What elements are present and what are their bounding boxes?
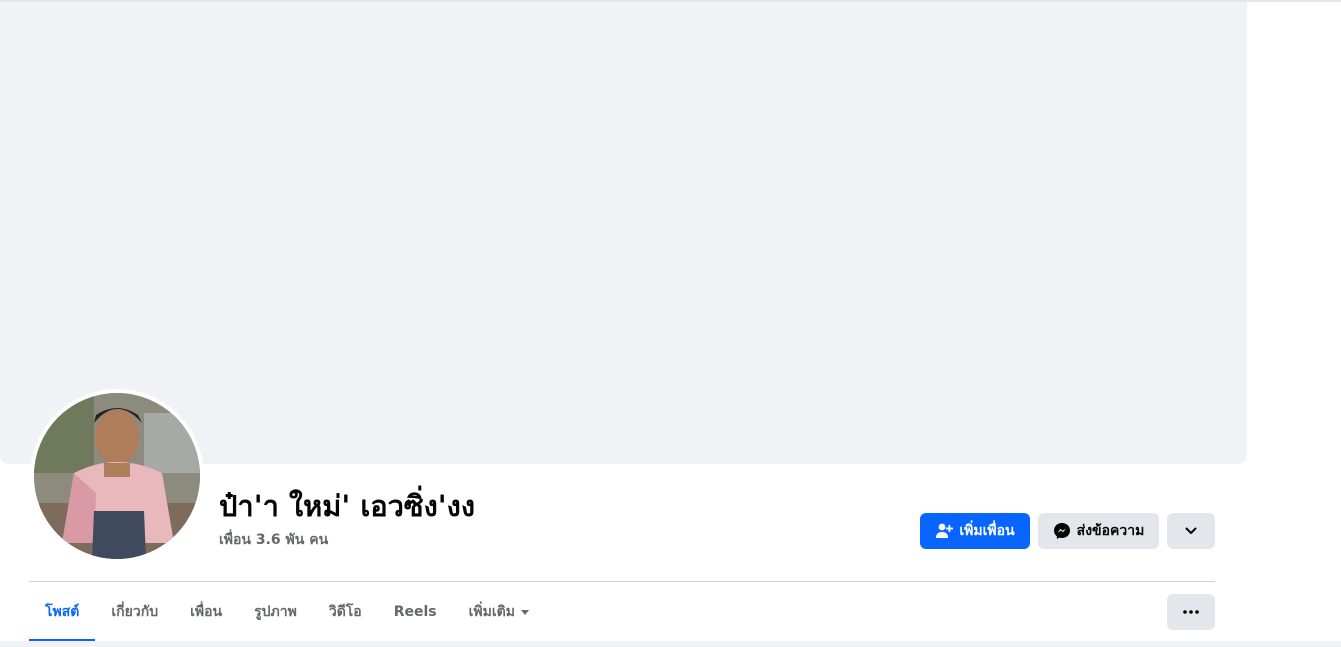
tab-label: Reels (393, 604, 437, 620)
tab-label: เกี่ยวกับ (111, 604, 159, 620)
tab-label: รูปภาพ (254, 604, 297, 620)
tab-videos[interactable]: วิดีโอ (313, 582, 378, 642)
ellipsis-icon (1183, 610, 1199, 614)
cover-photo[interactable] (0, 2, 1247, 464)
add-friend-button[interactable]: เพิ่มเพื่อน (920, 513, 1030, 549)
tab-label: วิดีโอ (328, 604, 362, 620)
tab-reels[interactable]: Reels (378, 582, 453, 642)
tab-label: โพสต์ (45, 604, 80, 620)
bottom-divider (0, 641, 1341, 647)
tab-posts[interactable]: โพสต์ (29, 582, 96, 642)
tab-label: เพิ่มเติม (468, 604, 515, 620)
tab-more[interactable]: เพิ่มเติม (453, 582, 545, 642)
tab-photos[interactable]: รูปภาพ (238, 582, 313, 642)
person-plus-icon (935, 522, 954, 540)
tab-friends[interactable]: เพื่อน (174, 582, 238, 642)
tabs-more-button[interactable] (1167, 594, 1215, 630)
profile-avatar[interactable] (34, 393, 200, 559)
profile-tabs: โพสต์ เกี่ยวกับ เพื่อน รูปภาพ วิดีโอ Ree… (29, 582, 545, 642)
profile-more-button[interactable] (1167, 513, 1215, 549)
message-label: ส่งข้อความ (1076, 523, 1145, 539)
friends-count[interactable]: เพื่อน 3.6 พัน คน (219, 530, 328, 550)
message-button[interactable]: ส่งข้อความ (1038, 513, 1159, 549)
add-friend-label: เพิ่มเพื่อน (959, 523, 1015, 539)
chevron-down-icon (1184, 524, 1198, 538)
messenger-icon (1053, 522, 1071, 540)
caret-down-icon (520, 609, 529, 615)
tab-about[interactable]: เกี่ยวกับ (95, 582, 174, 642)
tab-label: เพื่อน (190, 604, 223, 620)
profile-name: ป๋า'า ใหม่' เอวซิ่ง'งง (219, 489, 475, 523)
